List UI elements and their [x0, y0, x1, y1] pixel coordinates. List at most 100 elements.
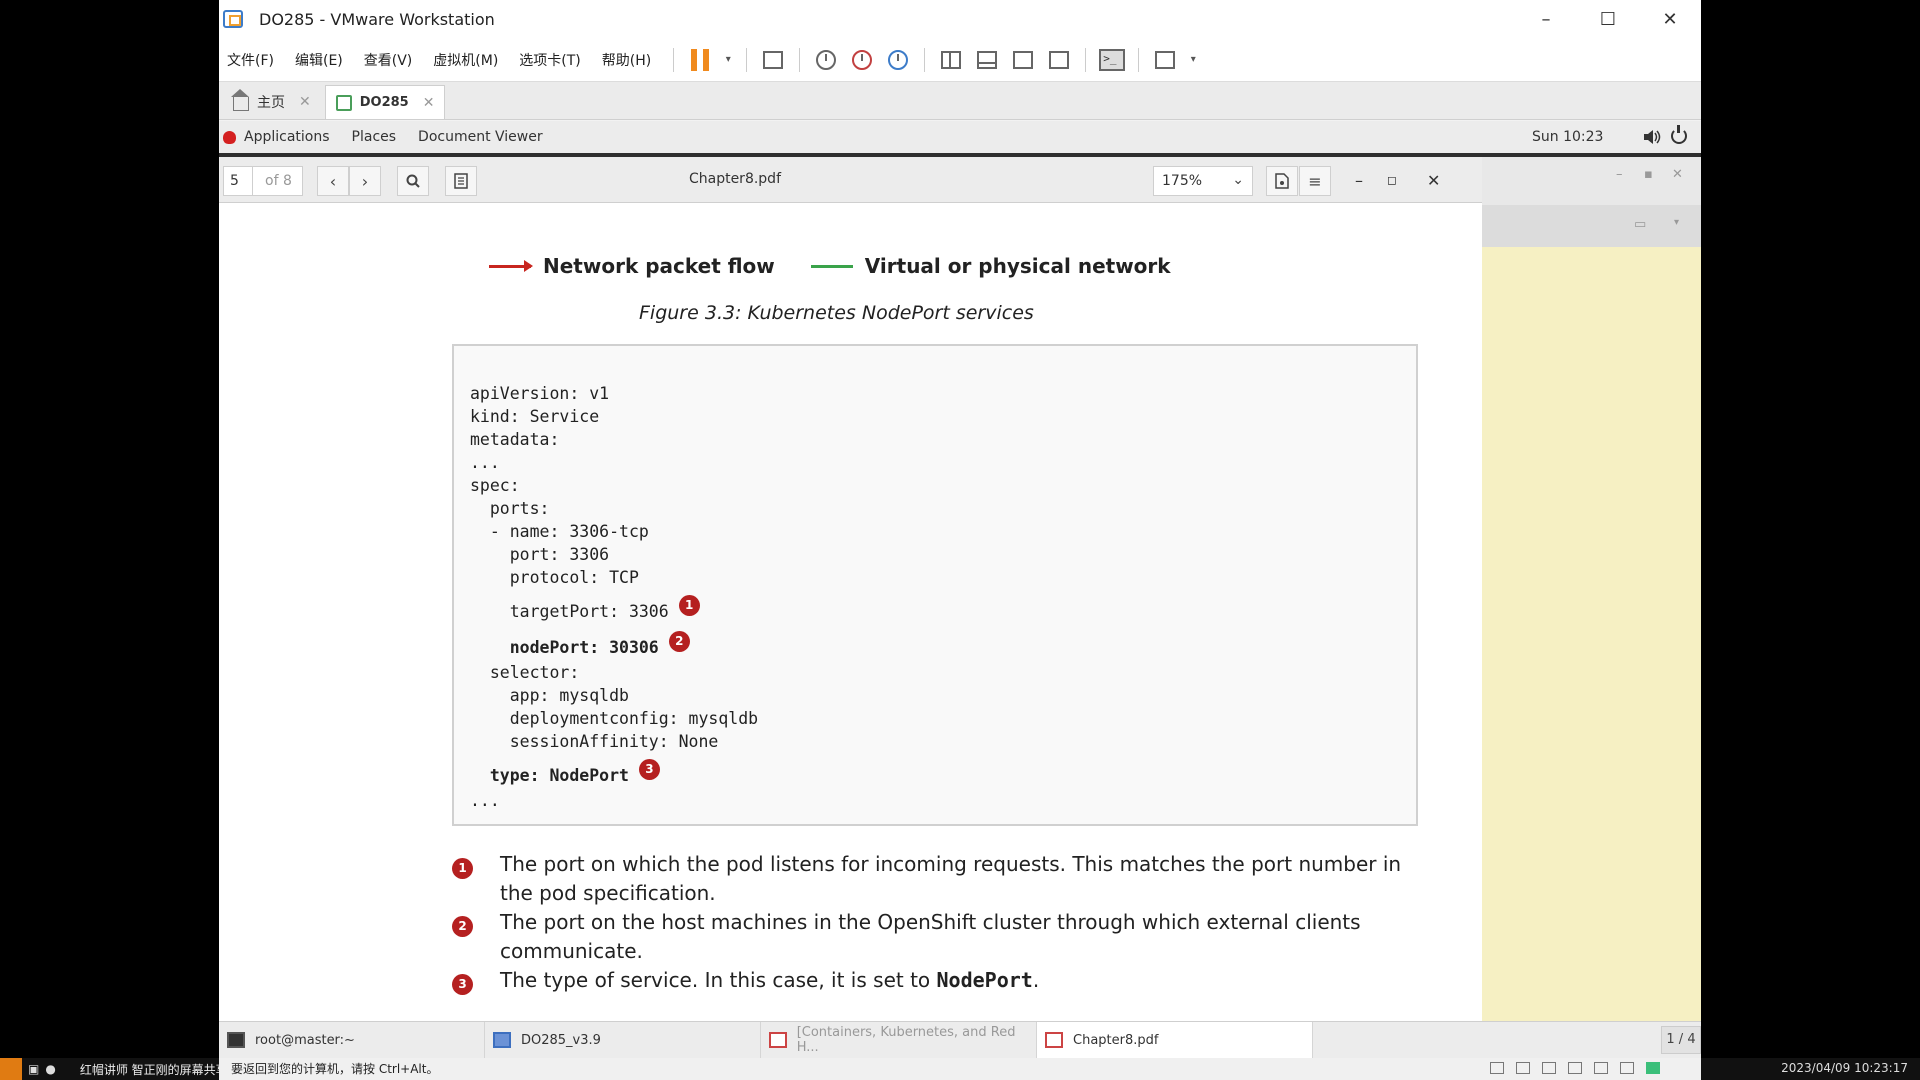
minimize-icon[interactable]: – — [1616, 167, 1623, 182]
library-view-button[interactable] — [936, 45, 966, 75]
pdf-icon — [769, 1032, 787, 1048]
zoom-select[interactable]: 175% ⌄ — [1153, 166, 1253, 196]
maximize-icon[interactable]: ☐ — [1577, 0, 1639, 38]
menu-tabs[interactable]: 选项卡(T) — [519, 50, 580, 70]
menu-vm[interactable]: 虚拟机(M) — [433, 50, 498, 70]
menu-file[interactable]: 文件(F) — [227, 50, 274, 70]
chevron-down-icon: ⌄ — [1232, 172, 1244, 188]
usb-icon[interactable] — [1568, 1062, 1582, 1074]
volume-icon[interactable] — [1643, 129, 1661, 145]
pdf-icon — [1045, 1032, 1063, 1048]
pause-icon — [691, 48, 710, 71]
code-line: ports: — [470, 499, 550, 518]
code-line: - name: 3306-tcp — [470, 522, 649, 541]
figure-legend: Network packet flow Virtual or physical … — [489, 254, 1171, 278]
vmware-menubar: 文件(F) 编辑(E) 查看(V) 虚拟机(M) 选项卡(T) 帮助(H) ▾ … — [219, 38, 1701, 82]
print-icon[interactable]: ▭ — [1634, 217, 1646, 232]
console-view-button[interactable]: >_ — [1097, 45, 1127, 75]
hamburger-icon: ≡ — [1308, 171, 1322, 191]
minimize-icon[interactable]: – — [1515, 0, 1577, 38]
applications-menu[interactable]: Applications — [244, 129, 330, 145]
host-clock: 2023/04/09 10:23:17 — [1781, 1061, 1908, 1075]
toolbar-separator — [924, 47, 926, 72]
tab-do285[interactable]: DO285 ✕ — [324, 85, 446, 119]
taskbar-item-chapter8[interactable]: Chapter8.pdf — [1037, 1022, 1313, 1058]
host-taskbar-left: ▣ ● 红帽讲师 智正刚的屏幕共享 — [0, 1058, 228, 1080]
code-line: kind: Service — [470, 407, 600, 426]
printer-icon[interactable] — [1620, 1062, 1634, 1074]
menu-edit[interactable]: 编辑(E) — [295, 50, 343, 70]
tab-do285-label: DO285 — [359, 95, 409, 110]
vmware-titlebar: DO285 - VMware Workstation – ☐ ✕ — [219, 0, 1701, 38]
user-icon[interactable] — [0, 1058, 22, 1080]
power-icon[interactable] — [1671, 125, 1687, 144]
maximize-icon[interactable]: ◻ — [1387, 173, 1397, 187]
clock[interactable]: Sun 10:23 — [1532, 129, 1603, 145]
close-icon[interactable]: ✕ — [1427, 171, 1440, 190]
microphone-icon[interactable]: ● — [45, 1062, 55, 1076]
vmware-window: DO285 - VMware Workstation – ☐ ✕ 文件(F) 编… — [219, 0, 1701, 1058]
snapshot-manager-button[interactable] — [883, 45, 913, 75]
stretch-dropdown-icon[interactable]: ▾ — [1186, 45, 1200, 75]
stretch-button[interactable] — [1150, 45, 1180, 75]
tab-home[interactable]: 主页 ✕ — [223, 85, 321, 119]
sound-card-icon[interactable] — [1594, 1062, 1608, 1074]
document-icon — [1275, 173, 1289, 189]
unity-button[interactable] — [1044, 45, 1074, 75]
toolbar-separator — [799, 47, 801, 72]
code-line: ... — [470, 453, 500, 472]
yaml-code: apiVersion: v1 kind: Service metadata: .… — [470, 382, 758, 812]
fullscreen-button[interactable] — [1008, 45, 1038, 75]
snapshot-button[interactable] — [811, 45, 841, 75]
taskbar-item-do285[interactable]: DO285_v3.9 — [485, 1022, 761, 1058]
taskbar-item-terminal[interactable]: root@master:~ — [219, 1022, 485, 1058]
hard-disk-icon[interactable] — [1490, 1062, 1504, 1074]
toolbar-separator — [746, 47, 748, 72]
send-ctrl-alt-del-button[interactable] — [758, 45, 788, 75]
background-window: – ▪ ✕ ▭ ▾ — [1482, 157, 1701, 1026]
menu-button[interactable]: ≡ — [1299, 166, 1331, 196]
code-line: metadata: — [470, 430, 560, 449]
note-2: 2 The port on the host machines in the Op… — [452, 908, 1432, 966]
chevron-down-icon[interactable]: ▾ — [1674, 217, 1679, 228]
guest-taskbar: root@master:~ DO285_v3.9 [Containers, Ku… — [219, 1021, 1701, 1058]
background-window-toolbar: ▭ ▾ — [1482, 205, 1701, 247]
note-text: The type of service. In this case, it is… — [500, 968, 937, 992]
taskbar-item-pdf-book[interactable]: [Containers, Kubernetes, and Red H... — [761, 1022, 1037, 1058]
green-line-icon — [810, 264, 853, 268]
close-icon[interactable]: ✕ — [1639, 0, 1701, 38]
code-line-node-port: nodePort: 30306 2 — [470, 625, 758, 661]
pause-dropdown-icon[interactable]: ▾ — [721, 45, 735, 75]
screen: DO285 - VMware Workstation – ☐ ✕ 文件(F) 编… — [0, 0, 1920, 1080]
close-tab-icon[interactable]: ✕ — [299, 94, 311, 110]
annotations-button[interactable] — [1266, 166, 1298, 196]
workspace-indicator[interactable]: 1 / 4 — [1661, 1026, 1701, 1054]
minimize-icon[interactable]: – — [1355, 171, 1363, 190]
callout-1: 1 — [452, 858, 473, 879]
screen-share-icon[interactable]: ▣ — [28, 1062, 39, 1076]
revert-snapshot-icon — [852, 49, 873, 70]
revert-snapshot-button[interactable] — [847, 45, 877, 75]
cd-drive-icon[interactable] — [1516, 1062, 1530, 1074]
network-icon[interactable] — [1542, 1062, 1556, 1074]
document-title: Chapter8.pdf — [688, 171, 782, 187]
document-viewer-toolbar: 5 of 8 ‹ › Chapter8.pdf 175% ⌄ ≡ – ◻ ✕ — [219, 157, 1482, 203]
places-menu[interactable]: Places — [352, 129, 397, 145]
screen-share-label: 红帽讲师 智正刚的屏幕共享 — [79, 1062, 228, 1077]
thumbnail-view-button[interactable] — [972, 45, 1002, 75]
callout-3: 3 — [638, 759, 660, 780]
snapshot-manager-icon — [888, 49, 909, 70]
code-line: deploymentconfig: mysqldb — [470, 709, 759, 728]
background-window-header: – ▪ ✕ — [1482, 157, 1701, 205]
pause-button[interactable] — [685, 45, 715, 75]
toolbar-separator — [1085, 47, 1087, 72]
close-tab-icon[interactable]: ✕ — [423, 95, 435, 111]
app-menu[interactable]: Document Viewer — [418, 129, 543, 145]
menu-view[interactable]: 查看(V) — [364, 50, 413, 70]
menu-help[interactable]: 帮助(H) — [602, 50, 651, 70]
close-icon[interactable]: ✕ — [1672, 167, 1683, 182]
display-icon[interactable] — [1646, 1062, 1660, 1074]
maximize-icon[interactable]: ▪ — [1644, 167, 1653, 182]
unity-icon — [1049, 50, 1070, 69]
note-tail: . — [1032, 968, 1040, 992]
